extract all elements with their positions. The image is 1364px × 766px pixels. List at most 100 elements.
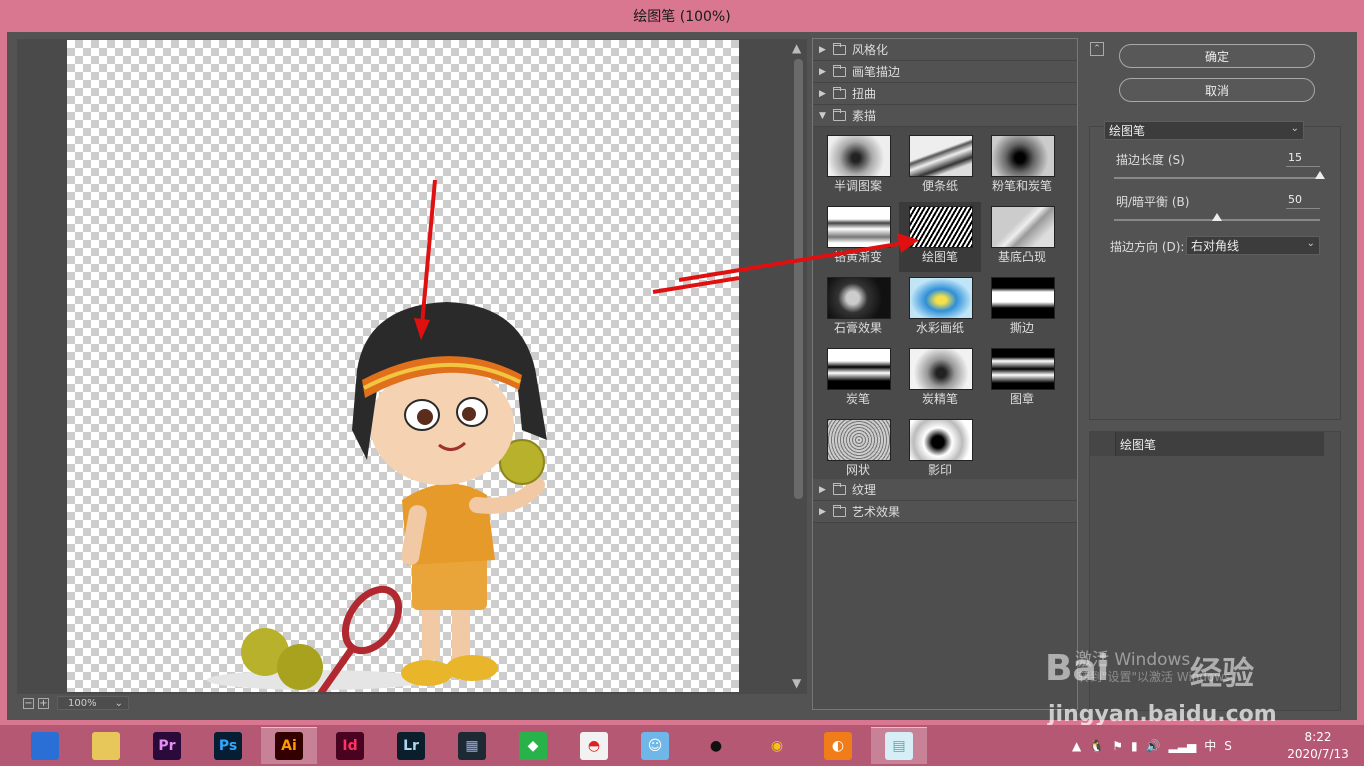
filter-gallery-dialog: ▲ ▼ − + 100% ⌄ ▶ 风格化 ▶ 画笔描边 ▶ 扭曲 ▼ 素描 半调图案 便条纸 粉笔… [7, 32, 1357, 720]
filter-folder-top-1[interactable]: ▶ 画笔描边 [813, 61, 1077, 83]
filter-gallery-list: ▶ 风格化 ▶ 画笔描边 ▶ 扭曲 ▼ 素描 半调图案 便条纸 粉笔和炭笔 铬黄渐变 绘图笔 基底凸现石… [679, 38, 1078, 710]
filter-thumb[interactable]: 炭精笔 [899, 344, 981, 414]
baidu-watermark-jingyan: 经验 [1190, 654, 1255, 692]
stroke-direction-select[interactable]: 右对角线 ⌄ [1186, 236, 1320, 255]
taskbar-app-2[interactable]: Pr [139, 727, 195, 764]
filter-thumb[interactable]: 撕边 [981, 273, 1063, 343]
zoom-bar: − + 100% ⌄ [17, 694, 807, 712]
stroke-length-field[interactable]: 15 [1286, 151, 1320, 167]
collapsed-triangle-icon[interactable]: ▶ [819, 89, 827, 99]
filter-folder-bottom-1[interactable]: ▶ 艺术效果 [813, 501, 1077, 523]
zoom-select[interactable]: 100% ⌄ [57, 696, 129, 710]
collapse-icon[interactable]: ⌃ [1090, 42, 1104, 56]
taskbar-app-1[interactable] [78, 727, 134, 764]
taskbar-app-9[interactable]: ◓ [566, 727, 622, 764]
tray-icon[interactable]: ▮ [1131, 739, 1138, 753]
sketch-filter-thumbnails: 半调图案 便条纸 粉笔和炭笔 铬黄渐变 绘图笔 基底凸现 石膏效果 水彩画纸 撕边 炭笔 炭精笔 图章… [813, 127, 1077, 479]
filter-preview-image [909, 348, 973, 390]
collapsed-triangle-icon[interactable]: ▶ [819, 507, 827, 517]
tray-icon[interactable]: ▂▃▅ [1169, 739, 1197, 753]
filter-folder-top-0[interactable]: ▶ 风格化 [813, 39, 1077, 61]
taskbar-app-3[interactable]: Ps [200, 727, 256, 764]
taskbar-app-4[interactable]: Ai [261, 727, 317, 764]
photoshop-icon: Ps [214, 731, 242, 760]
filter-thumb[interactable]: 基底凸现 [981, 202, 1063, 272]
preview-canvas[interactable] [67, 40, 739, 692]
collapsed-triangle-icon[interactable]: ▶ [819, 485, 827, 495]
taskbar-app-0[interactable] [17, 727, 73, 764]
taskbar-app-14[interactable]: ▤ [871, 727, 927, 764]
taskbar-app-8[interactable]: ◆ [505, 727, 561, 764]
stroke-length-slider[interactable] [1114, 177, 1320, 179]
filter-thumb[interactable]: 半调图案 [817, 131, 899, 201]
annotation-arrow [679, 233, 919, 282]
taskbar-app-13[interactable]: ◐ [810, 727, 866, 764]
visibility-toggle[interactable] [1090, 432, 1116, 456]
folder-icon [833, 86, 846, 99]
scroll-down-icon[interactable]: ▼ [792, 676, 801, 690]
illustrator-icon: Ai [275, 732, 303, 760]
filter-thumb[interactable]: 图章 [981, 344, 1063, 414]
indesign-icon: Id [336, 731, 364, 760]
green-app-icon: ◆ [519, 731, 547, 760]
taskbar-app-11[interactable]: ● [688, 727, 744, 764]
scroll-up-icon[interactable]: ▲ [792, 41, 801, 55]
filter-folder-bottom-0[interactable]: ▶ 纹理 [813, 479, 1077, 501]
preview-area: ▲ ▼ [17, 39, 807, 694]
taskbar-app-10[interactable]: ☺ [627, 727, 683, 764]
balance-field[interactable]: 50 [1286, 193, 1320, 209]
collapsed-triangle-icon[interactable]: ▶ [819, 45, 827, 55]
tray-icon[interactable]: ▲ [1072, 739, 1081, 753]
filter-folder-top-2[interactable]: ▶ 扭曲 [813, 83, 1077, 105]
collapsed-triangle-icon[interactable]: ▶ [819, 67, 827, 77]
taskbar-app-7[interactable]: ▦ [444, 727, 500, 764]
expanded-triangle-icon[interactable]: ▼ [819, 111, 827, 121]
folder-icon [833, 504, 846, 517]
clock[interactable]: 8:22 2020/7/13 [1278, 729, 1358, 763]
filter-select[interactable]: 绘图笔 ⌄ [1104, 121, 1304, 140]
filter-thumb[interactable]: 网状 [817, 415, 899, 485]
notes-app-icon: ▤ [885, 732, 913, 760]
tray-icon[interactable]: S [1224, 739, 1232, 753]
effect-layer-item[interactable]: 绘图笔 [1090, 432, 1324, 456]
filter-folder-top-3[interactable]: ▼ 素描 [813, 105, 1077, 127]
preview-vertical-scrollbar[interactable]: ▲ ▼ [789, 39, 807, 694]
zoom-in-button[interactable]: + [38, 697, 49, 709]
chrome-icon: ◉ [763, 731, 791, 760]
filter-preview-image [991, 277, 1055, 319]
taskbar-app-6[interactable]: Lr [383, 727, 439, 764]
chevron-down-icon: ⌄ [1290, 123, 1299, 134]
cancel-button[interactable]: 取消 [1119, 78, 1315, 102]
taskbar-app-12[interactable]: ◉ [749, 727, 805, 764]
filter-thumb[interactable]: 影印 [899, 415, 981, 485]
filter-thumb[interactable]: 粉笔和炭笔 [981, 131, 1063, 201]
ok-button[interactable]: 确定 [1119, 44, 1315, 68]
filter-thumb[interactable]: 炭笔 [817, 344, 899, 414]
clock-time: 8:22 [1304, 730, 1332, 744]
balance-slider-handle[interactable] [1212, 213, 1222, 221]
taskbar: Pr Ps Ai Id Lr ▦ ◆ ◓ ☺ ● ◉ ◐ ▤ ▲ 🐧 ⚑ ▮ 🔊 ▂▃▅ 中 S 8:22 2020/… [0, 725, 1364, 766]
tray-icon[interactable]: 🐧 [1089, 739, 1104, 753]
filter-preview-image [827, 419, 891, 461]
taskbar-app-5[interactable]: Id [322, 727, 378, 764]
window-titlebar[interactable]: 绘图笔 (100%) [0, 0, 1364, 32]
tray-icon[interactable]: 🔊 [1146, 739, 1161, 753]
cat-app-icon: ☺ [641, 731, 669, 760]
zoom-out-button[interactable]: − [23, 697, 34, 709]
filter-settings: 绘图笔 ⌄ 描边长度 (S) 15 明/暗平衡 (B) 50 描边方向 (D):… [1089, 121, 1341, 420]
window-title: 绘图笔 (100%) [633, 9, 731, 25]
stroke-length-slider-handle[interactable] [1315, 171, 1325, 179]
folder-icon [833, 64, 846, 77]
filter-thumb-label: 基底凸现 [997, 250, 1046, 264]
baidu-watermark-url: jingyan.baidu.com [1048, 702, 1277, 727]
stroke-length-label: 描边长度 (S) [1116, 153, 1185, 167]
filter-thumb-label: 水彩画纸 [915, 321, 964, 335]
tray-icon[interactable]: 中 [1204, 737, 1216, 754]
filter-folder-label: 纹理 [852, 483, 877, 497]
filter-preview-image [991, 348, 1055, 390]
filter-folder-label: 画笔描边 [852, 65, 901, 79]
filter-thumb-label: 粉笔和炭笔 [991, 179, 1052, 193]
filter-thumb[interactable]: 便条纸 [899, 131, 981, 201]
browser-icon [31, 731, 59, 760]
tray-icon[interactable]: ⚑ [1112, 739, 1123, 753]
